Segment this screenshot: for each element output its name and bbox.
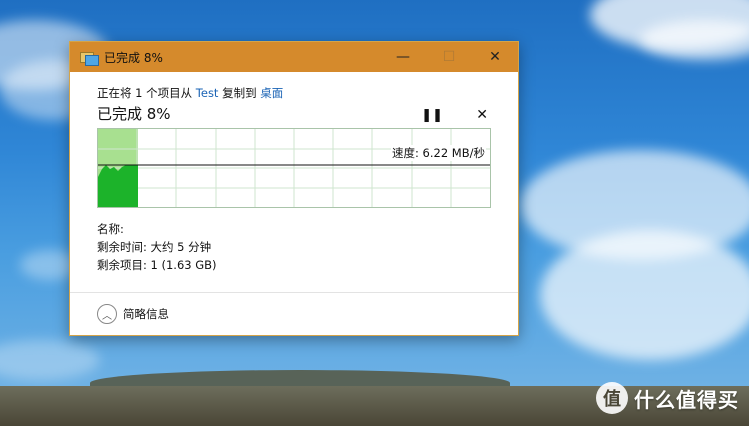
cancel-icon[interactable]: ✕: [476, 107, 488, 123]
file-name-label: 名称:: [97, 222, 124, 236]
cloud: [0, 340, 100, 380]
destination-folder-link[interactable]: 桌面: [260, 86, 283, 100]
time-remaining: 剩余时间: 大约 5 分钟: [97, 240, 212, 254]
copy-progress-dialog: 已完成 8% — ☐ ✕ 正在将 1 个项目从 Test 复制到 桌面 已完成 …: [69, 41, 519, 336]
items-remaining: 剩余项目: 1 (1.63 GB): [97, 258, 217, 272]
divider: [70, 292, 518, 293]
cloud: [640, 20, 749, 60]
source-folder-link[interactable]: Test: [196, 86, 219, 100]
watermark: 值 什么值得买: [596, 382, 739, 414]
copy-files-icon: [80, 50, 99, 66]
cloud: [540, 230, 749, 360]
transfer-details: 名称: 剩余时间: 大约 5 分钟 剩余项目: 1 (1.63 GB): [97, 220, 491, 274]
window-title: 已完成 8%: [104, 50, 163, 65]
speed-graph-canvas: [98, 129, 490, 207]
fewer-details-toggle[interactable]: ︿ 简略信息: [97, 304, 169, 324]
speed-readout: 速度: 6.22 MB/秒: [391, 145, 486, 161]
watermark-text: 什么值得买: [634, 387, 739, 412]
watermark-logo: 值: [596, 382, 628, 414]
close-button[interactable]: ✕: [472, 42, 518, 72]
title-bar[interactable]: 已完成 8% — ☐ ✕: [70, 42, 518, 72]
copy-description: 正在将 1 个项目从 Test 复制到 桌面: [97, 84, 491, 102]
pause-icon[interactable]: ❚❚: [421, 108, 443, 123]
chevron-up-icon: ︿: [97, 304, 117, 324]
fewer-details-label: 简略信息: [123, 307, 169, 321]
minimize-button[interactable]: —: [380, 42, 426, 72]
copy-middle: 复制到: [218, 86, 261, 100]
maximize-button: ☐: [442, 49, 456, 65]
speed-area: [98, 165, 138, 207]
transfer-speed-graph: 速度: 6.22 MB/秒: [97, 128, 491, 208]
copy-prefix: 正在将 1 个项目从: [97, 86, 196, 100]
